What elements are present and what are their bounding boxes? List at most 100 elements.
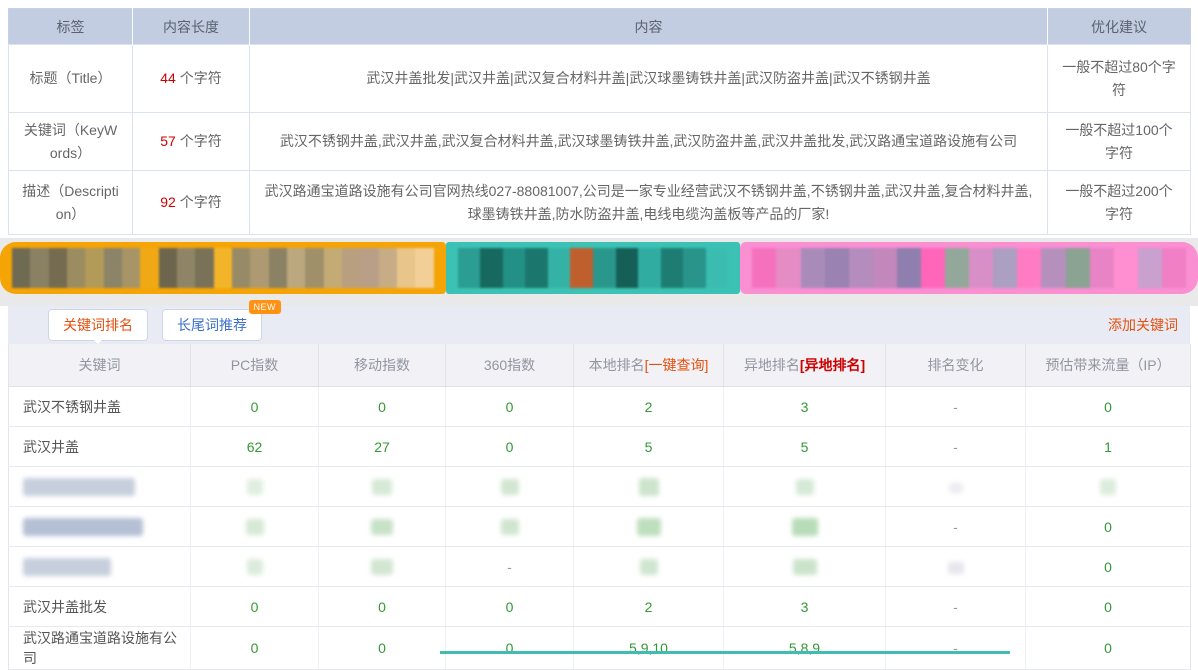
rank-col-header-label: 移动指数 bbox=[354, 357, 410, 373]
new-badge: NEW bbox=[249, 300, 282, 314]
rank-header-row: 关键词PC指数移动指数360指数本地排名[一键查询]异地排名[异地排名]排名变化… bbox=[9, 344, 1191, 387]
metric-cell bbox=[724, 467, 886, 507]
banner-segment-2 bbox=[740, 242, 1198, 294]
metric-cell: 0 bbox=[1026, 387, 1191, 427]
metric-cell bbox=[886, 547, 1026, 587]
censored-blob bbox=[23, 478, 135, 496]
censored-blob bbox=[247, 479, 263, 495]
metric-cell: 0 bbox=[446, 427, 574, 467]
char-count-suffix: 个字符 bbox=[180, 133, 222, 149]
keyword-cell: 武汉路通宝道路设施有公司 bbox=[9, 627, 191, 670]
metric-cell bbox=[191, 547, 319, 587]
no-change-dash: - bbox=[953, 399, 958, 415]
metric-cell: 0 bbox=[319, 627, 446, 670]
meta-header-suggestion: 优化建议 bbox=[1048, 9, 1191, 45]
metric-cell: - bbox=[886, 427, 1026, 467]
keyword-cell: 武汉井盖 bbox=[9, 427, 191, 467]
active-tab-pointer-icon bbox=[92, 338, 104, 350]
rank-table: 关键词PC指数移动指数360指数本地排名[一键查询]异地排名[异地排名]排名变化… bbox=[8, 344, 1191, 670]
add-keyword-link[interactable]: 添加关键词 bbox=[1108, 315, 1178, 335]
censored-blob bbox=[371, 559, 393, 575]
metric-cell: 1 bbox=[1026, 427, 1191, 467]
metric-cell bbox=[724, 507, 886, 547]
metric-value: 5 bbox=[801, 439, 809, 455]
censored-blob bbox=[796, 479, 814, 495]
table-row: 武汉不锈钢井盖00023-0 bbox=[9, 387, 1191, 427]
metric-cell: 0 bbox=[191, 627, 319, 670]
table-row bbox=[9, 467, 1191, 507]
keyword-cell: 武汉不锈钢井盖 bbox=[9, 387, 191, 427]
censored-blob bbox=[949, 483, 963, 493]
one-click-query-link[interactable]: [一键查询] bbox=[645, 357, 709, 373]
tab-keyword-rank[interactable]: 关键词排名 bbox=[48, 309, 148, 341]
metric-value: 0 bbox=[378, 599, 386, 615]
rank-col-header-label: 360指数 bbox=[484, 357, 535, 373]
meta-suggestion: 一般不超过80个字符 bbox=[1048, 45, 1191, 113]
table-row: -0 bbox=[9, 507, 1191, 547]
censored-blob bbox=[372, 479, 392, 495]
metric-cell: 0 bbox=[319, 587, 446, 627]
meta-table: 标签 内容长度 内容 优化建议 标题（Title） 44个字符 武汉井盖批发|武… bbox=[8, 8, 1191, 235]
table-row: 武汉井盖批发00023-0 bbox=[9, 587, 1191, 627]
metric-cell: 0 bbox=[1026, 547, 1191, 587]
no-change-dash: - bbox=[507, 559, 512, 575]
rank-col-header-label: 预估带来流量（IP） bbox=[1045, 357, 1170, 373]
metric-cell: 3 bbox=[724, 387, 886, 427]
censored-blob bbox=[23, 558, 111, 576]
censored-ad-banner bbox=[0, 242, 1198, 294]
char-count-suffix: 个字符 bbox=[180, 194, 222, 210]
rank-col-header-label: PC指数 bbox=[231, 357, 278, 373]
metric-cell bbox=[724, 547, 886, 587]
metric-cell: 0 bbox=[1026, 627, 1191, 670]
remote-rank-link[interactable]: [异地排名] bbox=[800, 357, 865, 373]
no-change-dash: - bbox=[953, 439, 958, 455]
metric-cell: - bbox=[886, 587, 1026, 627]
tab-keyword-rank-label: 关键词排名 bbox=[63, 317, 133, 333]
metric-cell bbox=[446, 507, 574, 547]
censored-blob bbox=[246, 519, 264, 535]
metric-cell: 0 bbox=[446, 627, 574, 670]
keyword-cell: 武汉井盖批发 bbox=[9, 587, 191, 627]
metric-value: 27 bbox=[374, 439, 390, 455]
metric-cell bbox=[319, 467, 446, 507]
metric-value: 0 bbox=[506, 599, 514, 615]
censored-blob bbox=[637, 518, 661, 536]
meta-row-keywords: 关键词（KeyWords） 57个字符 武汉不锈钢井盖,武汉井盖,武汉复合材料井… bbox=[9, 113, 1191, 171]
rank-col-header-2: 移动指数 bbox=[319, 344, 446, 387]
banner-segment-0 bbox=[0, 242, 446, 294]
metric-cell: 62 bbox=[191, 427, 319, 467]
metric-cell: - bbox=[886, 507, 1026, 547]
rank-col-header-0: 关键词 bbox=[9, 344, 191, 387]
metric-value: 0 bbox=[1104, 519, 1112, 535]
metric-cell bbox=[319, 507, 446, 547]
keyword-rank-panel: 关键词排名 长尾词推荐 NEW 添加关键词 关键词 PC指数 移动指数 360指数 本地… bbox=[0, 306, 1198, 670]
metric-value: 0 bbox=[1104, 559, 1112, 575]
no-change-dash: - bbox=[953, 599, 958, 615]
meta-content: 武汉路通宝道路设施有公司官网热线027-88081007,公司是一家专业经营武汉… bbox=[250, 171, 1048, 235]
meta-suggestion: 一般不超过200个字符 bbox=[1048, 171, 1191, 235]
censored-blob bbox=[639, 478, 659, 496]
keyword-cell bbox=[9, 467, 191, 507]
char-count: 57 bbox=[160, 133, 176, 149]
metric-cell: 5,9,10 bbox=[574, 627, 724, 670]
meta-header-row: 标签 内容长度 内容 优化建议 bbox=[9, 9, 1191, 45]
metric-cell bbox=[191, 507, 319, 547]
metric-value: 62 bbox=[247, 439, 263, 455]
table-row: -0 bbox=[9, 547, 1191, 587]
rank-col-header-7: 预估带来流量（IP） bbox=[1026, 344, 1191, 387]
rank-col-header-6: 排名变化 bbox=[886, 344, 1026, 387]
metric-cell bbox=[574, 467, 724, 507]
tab-longtail[interactable]: 长尾词推荐 NEW bbox=[162, 309, 262, 341]
tab-longtail-label: 长尾词推荐 bbox=[177, 317, 247, 333]
censored-blob bbox=[371, 519, 393, 535]
metric-cell bbox=[574, 547, 724, 587]
rank-tabbar: 关键词排名 长尾词推荐 NEW 添加关键词 bbox=[8, 306, 1190, 344]
censored-blob bbox=[793, 559, 817, 575]
metric-cell: 0 bbox=[446, 387, 574, 427]
banner-segment-1 bbox=[446, 242, 741, 294]
metric-cell: - bbox=[446, 547, 574, 587]
keyword-cell bbox=[9, 547, 191, 587]
rank-col-header-label: 本地排名 bbox=[589, 357, 645, 373]
table-row: 武汉路通宝道路设施有公司0005,9,105,8,9-0 bbox=[9, 627, 1191, 670]
meta-header-tag: 标签 bbox=[9, 9, 133, 45]
